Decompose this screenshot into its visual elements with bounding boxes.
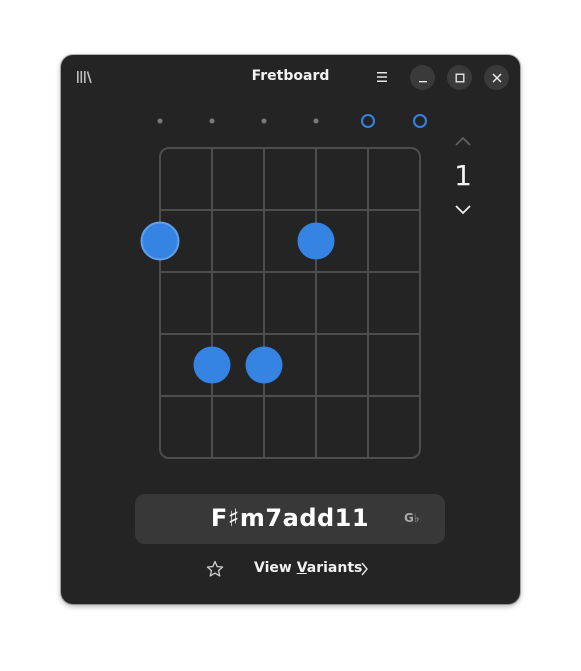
string-marker [313,118,319,124]
variants-label-post: ariants [306,560,363,576]
chord-diagram[interactable] [61,55,520,475]
chord-name: F♯m7add11 [210,504,370,532]
fret-up-icon[interactable] [454,135,472,147]
finger-dot[interactable] [297,222,335,260]
favorite-star-icon[interactable] [206,560,224,578]
view-variants-button[interactable]: View Variants [254,560,362,576]
variants-label-pre: View [254,560,297,576]
open-string-marker [413,114,427,128]
variants-mnemonic: V [296,560,307,576]
string-marker [157,118,163,124]
board-outline [159,147,421,459]
finger-dot[interactable] [245,346,283,384]
chevron-right-icon [361,562,368,576]
enharmonic-toggle[interactable]: G♭ [404,511,420,525]
string-marker [209,118,215,124]
fret-position-number: 1 [454,159,472,192]
open-string-marker [361,114,375,128]
fret-down-icon[interactable] [454,204,472,216]
app-window: Fretboard 1 F♯m7add11 G♭ View Variants [61,55,520,604]
finger-dot[interactable] [193,346,231,384]
chord-name-field[interactable]: F♯m7add11 G♭ [135,494,445,544]
finger-dot[interactable] [140,221,180,261]
string-marker [261,118,267,124]
